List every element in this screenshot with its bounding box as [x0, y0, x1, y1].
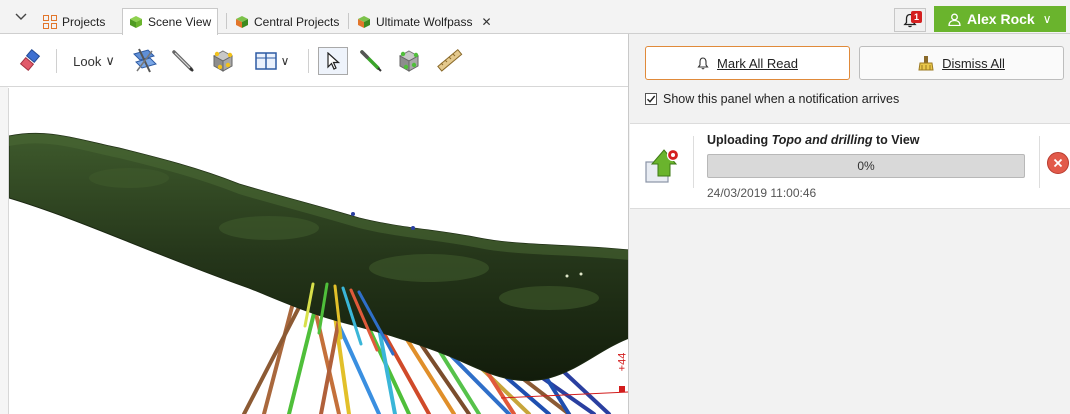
pencil-icon: [172, 50, 194, 72]
chevron-down-icon: ∨: [1042, 12, 1052, 26]
measure-tool-button[interactable]: [432, 47, 466, 75]
notifications-button[interactable]: 1: [894, 8, 926, 32]
tab-bar: Projects Scene View Central Projects Ult…: [0, 0, 1070, 35]
bell-icon: [697, 56, 709, 69]
scene-viewport[interactable]: +44: [8, 88, 628, 414]
upload-progress-bar: 0%: [707, 154, 1025, 178]
mark-all-read-label: Mark All Read: [717, 55, 798, 71]
layout-dropdown[interactable]: ∨: [246, 47, 298, 75]
user-icon: [948, 13, 961, 26]
green-points-cube-icon: [398, 50, 420, 72]
tab-list-menu-icon[interactable]: [14, 10, 28, 24]
show-panel-checkbox[interactable]: [645, 93, 657, 105]
tab-label: Ultimate Wolfpass: [376, 15, 473, 29]
slice-planes-icon: [133, 48, 157, 73]
tab-scene-view[interactable]: Scene View: [122, 8, 219, 35]
left-gutter: [0, 35, 8, 414]
cursor-arrow-icon: [327, 52, 340, 70]
tab-label: Scene View: [148, 15, 212, 29]
look-dropdown[interactable]: Look ∨: [68, 47, 120, 75]
look-label: Look: [73, 53, 102, 69]
show-panel-checkbox-row[interactable]: Show this panel when a notification arri…: [645, 92, 899, 106]
clear-scene-button[interactable]: [16, 47, 46, 75]
notification-count-badge: 1: [911, 11, 922, 23]
project-cube-icon: [358, 16, 370, 28]
cancel-upload-button[interactable]: [1047, 152, 1069, 174]
slice-tool-button[interactable]: [128, 47, 160, 75]
progress-text: 0%: [857, 159, 875, 173]
notification-item: Uploading Topo and drilling to View 0% 2…: [630, 123, 1070, 209]
tab-label: Central Projects: [254, 15, 340, 29]
dismiss-all-button[interactable]: Dismiss All: [859, 46, 1064, 80]
upload-icon: [645, 148, 680, 183]
points-tool-button[interactable]: [208, 47, 238, 75]
split-view-icon: [254, 52, 277, 70]
draw-line-button[interactable]: [168, 47, 198, 75]
scene-toolbar: Look ∨ ∨: [0, 35, 628, 87]
user-name: Alex Rock: [967, 11, 1035, 27]
eraser-icon: [19, 49, 41, 71]
chevron-down-icon: ∨: [280, 54, 290, 68]
point-picker-button[interactable]: [394, 47, 424, 75]
notification-timestamp: 24/03/2019 11:00:46: [707, 186, 817, 200]
projects-grid-icon: [43, 15, 57, 29]
close-icon[interactable]: ✕: [481, 15, 491, 29]
close-icon: [1053, 158, 1063, 168]
user-menu-button[interactable]: Alex Rock ∨: [934, 6, 1066, 32]
axis-label: +44: [616, 352, 628, 372]
scene-cube-icon: [130, 16, 142, 28]
polyline-tool-button[interactable]: [356, 47, 386, 75]
show-panel-label: Show this panel when a notification arri…: [663, 92, 900, 106]
points-cube-icon: [212, 50, 234, 72]
select-tool-button[interactable]: [318, 47, 348, 75]
tab-projects[interactable]: Projects: [36, 9, 112, 34]
notification-title: Uploading Topo and drilling to View: [707, 133, 920, 147]
tab-label: Projects: [62, 15, 106, 29]
central-cube-icon: [236, 16, 248, 28]
checkmark-icon: [647, 95, 656, 103]
tab-central-projects[interactable]: Central Projects: [228, 9, 346, 34]
tab-ultimate-wolfpass[interactable]: Ultimate Wolfpass ✕: [350, 9, 499, 34]
mark-all-read-button[interactable]: Mark All Read: [645, 46, 850, 80]
broom-icon: [918, 56, 934, 71]
dismiss-all-label: Dismiss All: [942, 55, 1005, 71]
notification-object-name: Topo and drilling: [771, 133, 873, 147]
chevron-down-icon: ∨: [105, 53, 115, 68]
scene-3d-render: [9, 132, 628, 414]
notifications-panel: Mark All Read Dismiss All Show this pane…: [628, 34, 1070, 414]
green-pencil-icon: [360, 50, 382, 72]
ruler-icon: [437, 48, 463, 72]
